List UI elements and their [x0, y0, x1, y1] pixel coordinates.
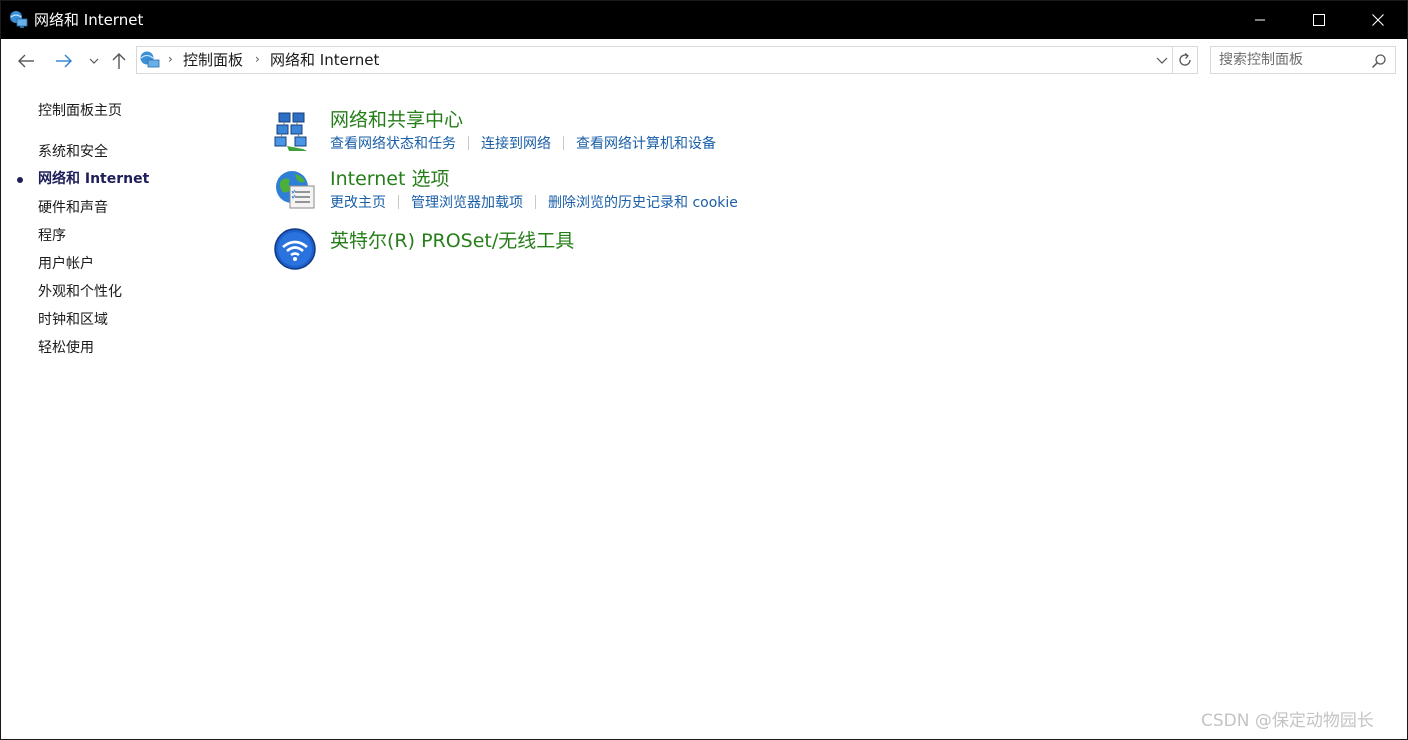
sidebar-item-system-security[interactable]: 系统和安全 [38, 143, 108, 161]
breadcrumb-separator-icon: › [255, 52, 260, 66]
category-links: 查看网络状态和任务 连接到网络 查看网络计算机和设备 [330, 135, 716, 153]
sidebar-item-ease-of-access[interactable]: 轻松使用 [38, 339, 94, 357]
search-input[interactable] [1219, 50, 1369, 70]
arrow-left-icon [18, 54, 34, 68]
left-navigation-pane: 控制面板主页 系统和安全 网络和 Internet 硬件和声音 程序 用户帐户 … [1, 83, 251, 383]
sidebar-item-hardware-sound[interactable]: 硬件和声音 [38, 199, 108, 217]
sidebar-item-user-accounts[interactable]: 用户帐户 [38, 255, 94, 273]
refresh-icon [1179, 52, 1191, 66]
forward-button[interactable] [51, 49, 77, 73]
sidebar-item-network-internet[interactable]: 网络和 Internet [38, 170, 149, 188]
control-panel-window: 网络和 Internet › 控制面板 › 网络和 Internet 搜索控制面… [0, 0, 1408, 740]
search-icon[interactable] [1371, 53, 1387, 69]
up-button[interactable] [107, 49, 131, 73]
address-dropdown-icon[interactable] [1155, 53, 1169, 67]
sidebar-item-clock-region[interactable]: 时钟和区域 [38, 311, 108, 329]
minimize-button[interactable] [1231, 1, 1289, 39]
link-change-homepage[interactable]: 更改主页 [330, 195, 386, 211]
current-item-bullet-icon [17, 177, 23, 183]
link-view-network-computers[interactable]: 查看网络计算机和设备 [576, 136, 716, 152]
link-divider [535, 195, 536, 209]
link-delete-history[interactable]: 删除浏览的历史记录和 cookie [548, 195, 738, 211]
category-title-network-sharing-center[interactable]: 网络和共享中心 [330, 109, 463, 131]
watermark-text: CSDN @保定动物园长 [1201, 711, 1374, 731]
breadcrumb-network-internet[interactable]: 网络和 Internet [270, 51, 379, 69]
link-connect-to-network[interactable]: 连接到网络 [481, 136, 551, 152]
category-title-intel-wireless[interactable]: 英特尔(R) PROSet/无线工具 [330, 230, 574, 252]
recent-locations-button[interactable] [86, 49, 102, 73]
intel-wireless-icon[interactable] [273, 227, 317, 271]
close-icon [1372, 14, 1384, 26]
link-divider [468, 136, 469, 150]
internet-options-icon[interactable] [273, 168, 317, 212]
arrow-right-icon [56, 54, 72, 68]
sidebar-item-appearance[interactable]: 外观和个性化 [38, 283, 122, 301]
minimize-icon [1255, 19, 1265, 21]
link-manage-addons[interactable]: 管理浏览器加载项 [411, 195, 523, 211]
sidebar-item-control-panel-home[interactable]: 控制面板主页 [38, 102, 122, 120]
category-title-internet-options[interactable]: Internet 选项 [330, 168, 449, 190]
link-divider [398, 195, 399, 209]
title-bar: 网络和 Internet [1, 1, 1407, 39]
breadcrumb-separator-icon: › [168, 52, 173, 66]
navigation-bar: › 控制面板 › 网络和 Internet [1, 39, 1407, 83]
network-sharing-center-icon[interactable] [273, 109, 317, 153]
window-title: 网络和 Internet [34, 11, 144, 29]
link-view-network-status[interactable]: 查看网络状态和任务 [330, 136, 456, 152]
link-divider [563, 136, 564, 150]
close-button[interactable] [1349, 1, 1407, 39]
breadcrumb-control-panel[interactable]: 控制面板 [183, 51, 243, 69]
network-location-icon [140, 51, 160, 68]
network-app-icon [10, 11, 28, 28]
address-bar[interactable]: › 控制面板 › 网络和 Internet [136, 46, 1173, 74]
sidebar-item-programs[interactable]: 程序 [38, 227, 66, 245]
arrow-up-icon [112, 53, 126, 69]
refresh-button[interactable] [1173, 46, 1198, 74]
category-links: 更改主页 管理浏览器加载项 删除浏览的历史记录和 cookie [330, 194, 738, 212]
back-button[interactable] [13, 49, 39, 73]
chevron-down-icon [89, 58, 99, 64]
maximize-icon [1313, 14, 1325, 26]
maximize-button[interactable] [1290, 1, 1348, 39]
search-box[interactable] [1210, 46, 1396, 74]
